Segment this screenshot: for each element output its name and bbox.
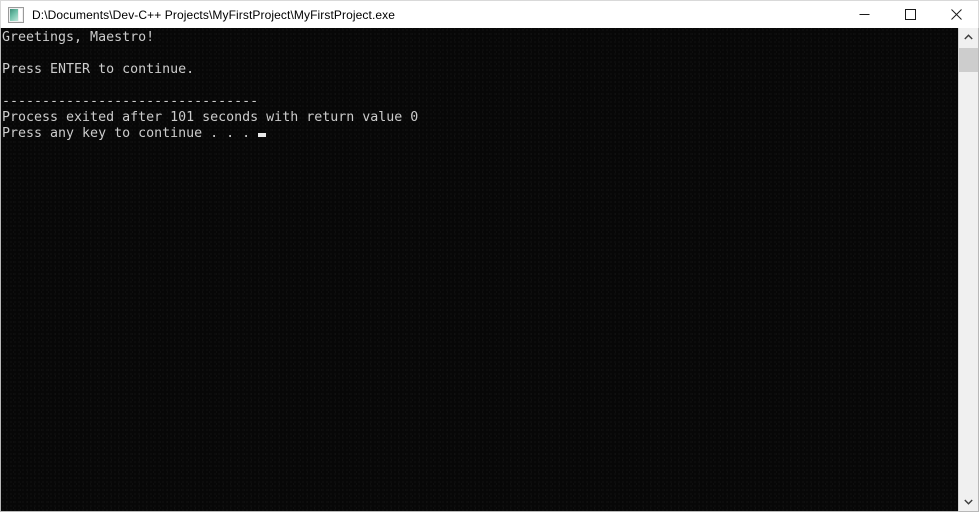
console-line: Greetings, Maestro! [2,30,155,45]
scroll-down-button[interactable] [959,493,978,511]
close-icon [950,9,962,20]
console-line: Press ENTER to continue. [2,62,195,77]
title-bar[interactable]: D:\Documents\Dev-C++ Projects\MyFirstPro… [0,0,979,28]
scrollbar-track[interactable] [959,46,978,493]
console-line: -------------------------------- [2,94,259,109]
scroll-up-button[interactable] [959,28,978,46]
chevron-down-icon [964,499,973,505]
vertical-scrollbar[interactable] [958,28,979,512]
minimize-button[interactable] [841,1,887,28]
maximize-icon [904,9,916,20]
text-cursor [258,133,267,137]
console-text-buffer: Greetings, Maestro! Press ENTER to contin… [2,30,952,142]
console-window: D:\Documents\Dev-C++ Projects\MyFirstPro… [0,0,979,512]
console-app-icon-screen [10,8,18,21]
console-line: Press any key to continue . . . [2,126,952,142]
minimize-icon [859,14,869,15]
frame-edge-left [0,0,1,28]
console-output-area[interactable]: Greetings, Maestro! Press ENTER to contin… [0,28,979,512]
scrollbar-thumb[interactable] [959,48,978,72]
window-title: D:\Documents\Dev-C++ Projects\MyFirstPro… [32,7,396,22]
console-line: Process exited after 101 seconds with re… [2,110,419,125]
console-app-icon-side [19,8,22,21]
console-app-icon [8,6,24,23]
close-button[interactable] [933,1,979,28]
chevron-up-icon [964,34,973,40]
maximize-button[interactable] [887,1,933,28]
